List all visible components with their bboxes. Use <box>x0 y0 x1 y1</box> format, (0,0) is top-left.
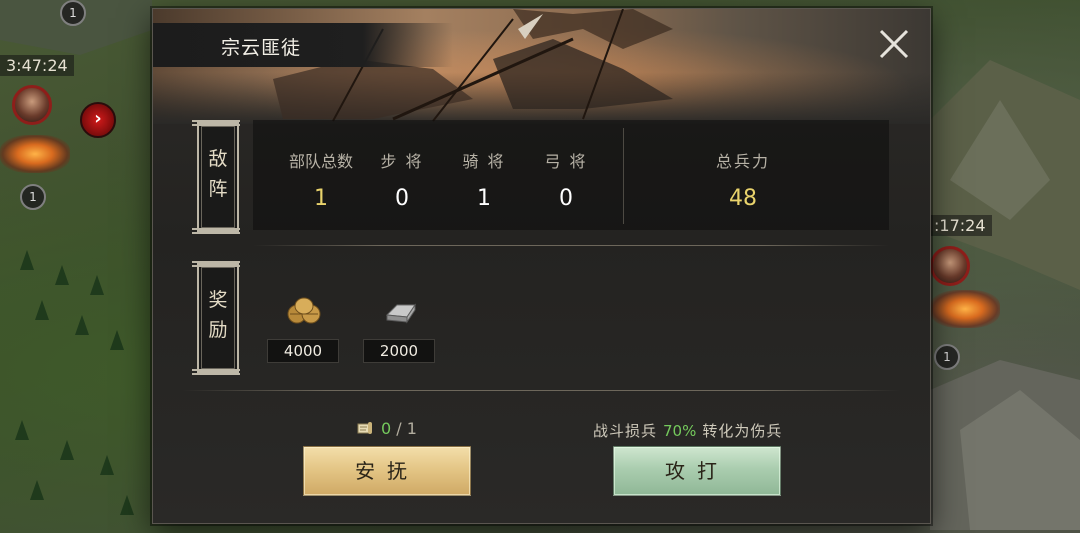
tree <box>60 440 74 460</box>
tree <box>15 420 29 440</box>
token-max: 1 <box>406 419 417 438</box>
enemy-commander-avatar[interactable] <box>12 85 52 125</box>
stat-label: 骑 将 <box>462 152 506 171</box>
plaque-char: 励 <box>208 319 228 341</box>
plaque-char: 阵 <box>208 178 228 200</box>
map-tile-level-badge: 1 <box>20 184 46 210</box>
token-current: 0 <box>381 419 392 438</box>
grain-icon <box>287 297 321 324</box>
section-divider <box>253 245 889 246</box>
close-button[interactable] <box>875 25 913 63</box>
tree <box>35 300 49 320</box>
tree <box>110 330 124 350</box>
section-divider <box>183 390 900 391</box>
tree <box>90 275 104 295</box>
reward-amount: 4000 <box>267 339 339 363</box>
bandit-info-dialog: 宗云匪徒 敌 阵 部队总数 1 步 将 0 骑 将 1 弓 将 0 总兵力 48… <box>152 8 931 524</box>
stat-value: 0 <box>559 186 573 211</box>
stat-value: 1 <box>477 186 491 211</box>
note-percent: 70% <box>663 422 697 440</box>
tree <box>75 315 89 335</box>
plaque-char: 敌 <box>208 148 228 170</box>
token-separator: / <box>391 419 407 438</box>
map-march-timer: :17:24 <box>928 215 992 236</box>
tree <box>30 480 44 500</box>
enemy-commander-avatar[interactable] <box>930 246 970 286</box>
map-target-marker[interactable]: › <box>80 102 116 138</box>
map-march-timer: 3:47:24 <box>0 55 74 76</box>
attack-button[interactable]: 攻打 <box>613 446 781 496</box>
dialog-title: 宗云匪徒 <box>221 37 302 59</box>
note-prefix: 战斗损兵 <box>593 422 658 440</box>
enemy-formation-plaque: 敌 阵 <box>192 120 240 234</box>
note-suffix: 转化为伤兵 <box>702 422 783 440</box>
pacify-button[interactable]: 安抚 <box>303 446 471 496</box>
tree <box>120 495 134 515</box>
casualty-conversion-note: 战斗损兵 70% 转化为伤兵 <box>593 420 782 441</box>
tree <box>55 265 69 285</box>
iron-ingot-icon <box>385 303 416 324</box>
stat-value: 48 <box>729 186 757 211</box>
stat-value: 1 <box>314 186 328 211</box>
tree <box>20 250 34 270</box>
burning-camp[interactable] <box>930 290 1000 328</box>
burning-camp[interactable] <box>0 135 70 173</box>
stat-label: 步 将 <box>380 152 424 171</box>
stat-label: 总兵力 <box>715 152 770 171</box>
title-bar <box>153 23 453 67</box>
reward-plaque: 奖 励 <box>192 261 240 375</box>
tree <box>100 455 114 475</box>
map-tile-level-badge: 1 <box>934 344 960 370</box>
close-icon <box>879 29 909 59</box>
scroll-token-icon <box>357 422 372 434</box>
reward-amount: 2000 <box>363 339 435 363</box>
pacify-token-count: 0 / 1 <box>357 419 417 438</box>
stat-value: 0 <box>395 186 409 211</box>
stat-label: 部队总数 <box>288 152 353 171</box>
plaque-char: 奖 <box>208 289 228 311</box>
enemy-stats-panel: 部队总数 1 步 将 0 骑 将 1 弓 将 0 总兵力 48 <box>253 120 889 230</box>
map-tile-level-badge: 1 <box>60 0 86 26</box>
stat-label: 弓 将 <box>544 152 588 171</box>
stats-divider <box>623 128 624 224</box>
